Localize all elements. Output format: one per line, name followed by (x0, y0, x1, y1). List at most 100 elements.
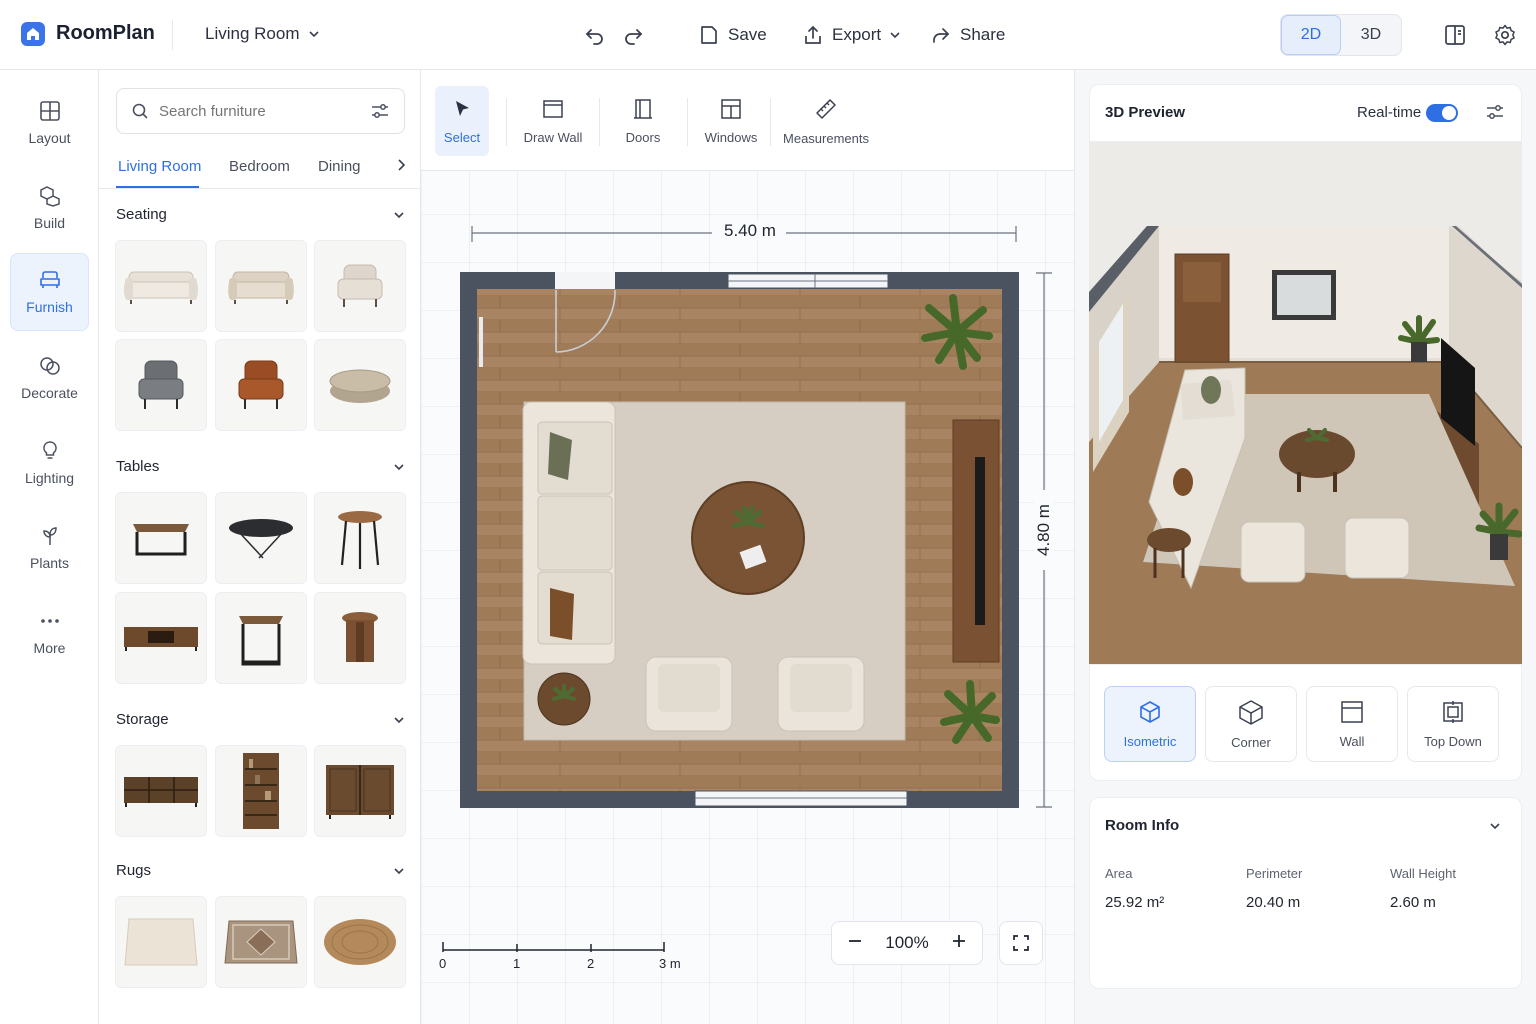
cabinet-thumbnail-icon (326, 765, 394, 819)
furniture-item-coffee-table[interactable] (115, 492, 207, 584)
room-selector[interactable]: Living Room (205, 24, 320, 44)
export-button[interactable]: Export (802, 22, 901, 48)
chevron-down-icon (394, 867, 404, 874)
camera-wall-button[interactable]: Wall (1306, 686, 1398, 762)
tool-label: Measurements (783, 130, 869, 146)
undo-icon (585, 29, 603, 45)
tool-select[interactable]: Select (435, 86, 489, 156)
fullscreen-icon (1013, 935, 1029, 951)
room-info-collapse-button[interactable] (1489, 819, 1501, 837)
category-title: Seating (116, 206, 167, 223)
tabs-next-button[interactable] (396, 158, 408, 177)
armchair-thumbnail-icon (238, 360, 284, 409)
wall-icon (543, 99, 563, 118)
upload-icon (805, 25, 821, 44)
width-dimension-label: 5.40 m (714, 221, 786, 241)
toolbar-divider (506, 98, 507, 146)
stool-thumbnail-icon (342, 612, 378, 662)
save-icon (701, 26, 717, 44)
coffee-table-thumbnail-icon (133, 524, 189, 556)
redo-button[interactable] (622, 22, 644, 48)
furniture-item-cabinet[interactable] (314, 745, 406, 837)
realtime-toggle[interactable] (1426, 104, 1458, 122)
split-panel-icon (1445, 25, 1465, 45)
chevron-down-icon (890, 32, 900, 39)
furniture-item-bookshelf[interactable] (215, 745, 307, 837)
furniture-item-square-table[interactable] (215, 592, 307, 684)
door-icon (634, 98, 652, 119)
furniture-item-cream-rug[interactable] (115, 896, 207, 988)
sofa-thumbnail-icon (124, 271, 198, 304)
save-label: Save (728, 25, 767, 44)
tool-draw-wall[interactable]: Draw Wall (520, 86, 586, 156)
furniture-item-stool[interactable] (314, 592, 406, 684)
fit-to-screen-button[interactable] (999, 921, 1043, 965)
camera-corner-button[interactable]: Corner (1205, 686, 1297, 762)
furniture-item-sideboard[interactable] (115, 745, 207, 837)
category-title: Rugs (116, 862, 152, 879)
tab-living-room[interactable]: Living Room (118, 158, 201, 175)
undo-button[interactable] (584, 22, 606, 48)
share-button[interactable]: Share (930, 22, 1005, 48)
tool-measurements[interactable]: Measurements (783, 86, 869, 156)
tool-windows[interactable]: Windows (702, 86, 760, 156)
armchair-thumbnail-icon (138, 360, 184, 409)
preview-settings-button[interactable] (1485, 102, 1505, 127)
furniture-item-pouf[interactable] (314, 339, 406, 431)
tab-bedroom[interactable]: Bedroom (229, 158, 290, 175)
zoom-in-button[interactable] (952, 933, 966, 953)
filter-sliders-icon[interactable] (370, 101, 390, 121)
category-seating-header[interactable]: Seating (116, 206, 405, 223)
furniture-item-sofa[interactable] (115, 240, 207, 332)
scale-bar (442, 942, 665, 952)
furniture-item-side-table[interactable] (314, 492, 406, 584)
view-2d-button[interactable]: 2D (1281, 15, 1341, 55)
furniture-item-oval-table[interactable] (215, 492, 307, 584)
zoom-out-button[interactable] (848, 933, 862, 953)
tab-dining[interactable]: Dining (318, 158, 361, 175)
split-view-button[interactable] (1443, 23, 1467, 52)
cubes-icon (39, 186, 60, 207)
3d-render-viewport[interactable] (1089, 142, 1522, 664)
tool-label: Windows (704, 129, 758, 145)
settings-button[interactable] (1493, 23, 1517, 52)
tool-label: Doors (625, 129, 661, 145)
zoom-control: 100% (831, 921, 983, 965)
furniture-item-leather-armchair[interactable] (215, 339, 307, 431)
furniture-item-armchair[interactable] (314, 240, 406, 332)
rail-item-furnish[interactable]: Furnish (10, 253, 89, 331)
tv (975, 457, 985, 625)
rail-item-label: Plants (30, 555, 69, 571)
furniture-item-grey-armchair[interactable] (115, 339, 207, 431)
armchair-top-view (645, 656, 733, 732)
preview-divider (1089, 664, 1522, 665)
tool-doors[interactable]: Doors (616, 86, 670, 156)
room-info-title: Room Info (1105, 817, 1180, 834)
lightbulb-icon (42, 441, 57, 459)
save-button[interactable]: Save (698, 22, 767, 48)
camera-isometric-button[interactable]: Isometric (1104, 686, 1196, 762)
category-tables-header[interactable]: Tables (116, 458, 405, 475)
tool-label: Draw Wall (523, 129, 583, 145)
rail-item-lighting[interactable]: Lighting (10, 424, 89, 502)
search-input[interactable] (159, 102, 359, 120)
wall-view-icon (1341, 700, 1363, 723)
rail-item-decorate[interactable]: Decorate (10, 339, 89, 417)
view-3d-button[interactable]: 3D (1341, 15, 1401, 55)
door-opening (555, 272, 615, 289)
furniture-item-tv-console[interactable] (115, 592, 207, 684)
rail-item-layout[interactable]: Layout (10, 84, 89, 162)
furniture-item-patterned-rug[interactable] (215, 896, 307, 988)
camera-top-down-button[interactable]: Top Down (1407, 686, 1499, 762)
side-table (537, 672, 591, 726)
console-thumbnail-icon (124, 627, 198, 651)
view-mode-toggle: 2D 3D (1280, 14, 1402, 56)
rail-item-more[interactable]: More (10, 594, 89, 672)
rail-item-plants[interactable]: Plants (10, 509, 89, 587)
rail-item-build[interactable]: Build (10, 169, 89, 247)
plus-icon (952, 935, 965, 947)
category-rugs-header[interactable]: Rugs (116, 862, 405, 879)
furniture-item-round-rug[interactable] (314, 896, 406, 988)
category-storage-header[interactable]: Storage (116, 711, 405, 728)
furniture-item-loveseat[interactable] (215, 240, 307, 332)
